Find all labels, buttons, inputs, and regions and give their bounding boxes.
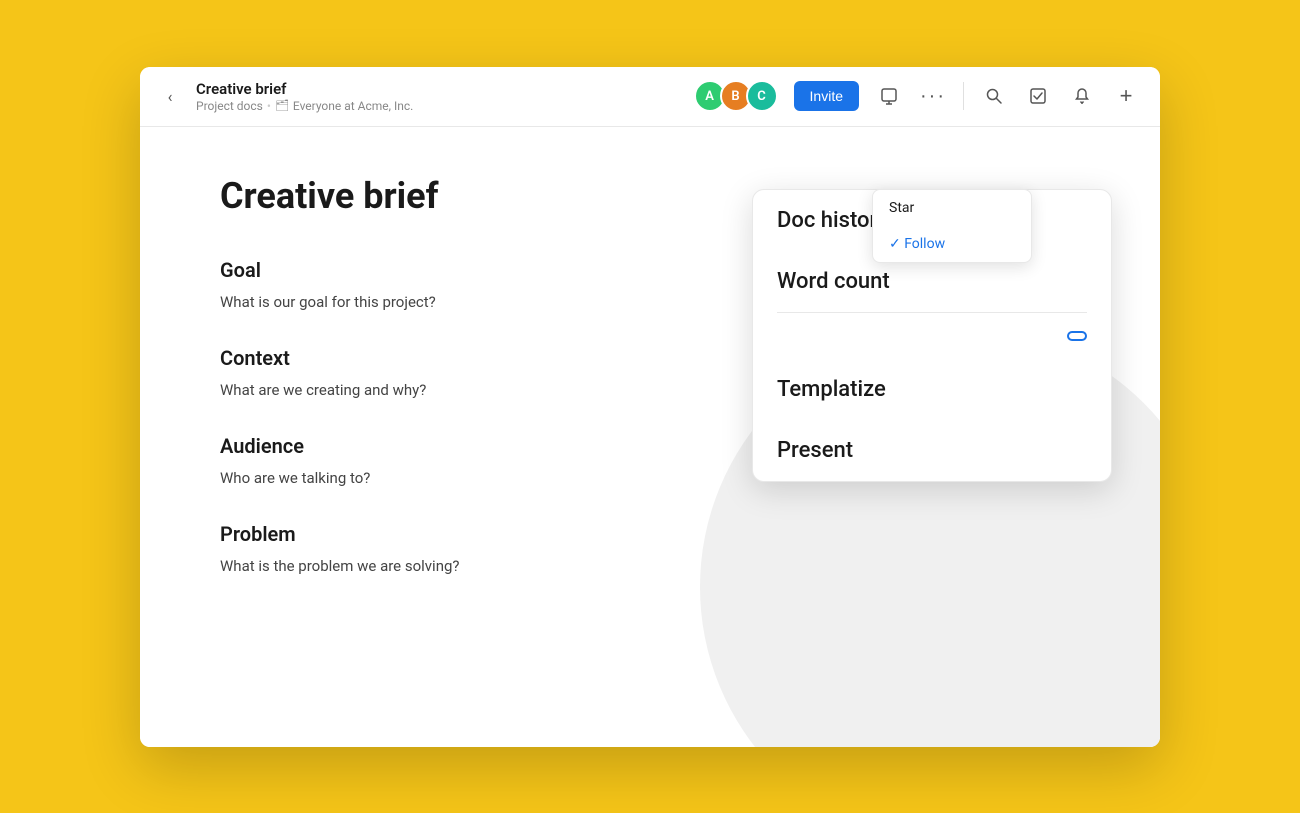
doc-title: Creative brief [196, 80, 694, 98]
plus-icon: + [1120, 83, 1133, 109]
browser-window: ‹ Creative brief Project docs • 🗂 Everyo… [140, 67, 1160, 747]
breadcrumb-dot: • [267, 99, 271, 113]
section-problem: Problem What is the problem we are solvi… [220, 522, 1080, 578]
present-icon [880, 87, 898, 105]
task-icon [1029, 87, 1047, 105]
header-divider [963, 82, 964, 110]
avatar-3[interactable]: C [746, 80, 778, 112]
more-button[interactable]: ··· [915, 78, 951, 114]
section-problem-body: What is the problem we are solving? [220, 554, 1080, 578]
dropdown-star-item[interactable]: Star [873, 190, 1031, 226]
dropdown-follow-item[interactable]: ✓ Follow [873, 226, 1031, 262]
folder-icon: 🗂 [275, 99, 289, 112]
section-problem-heading: Problem [220, 522, 1080, 546]
search-button[interactable] [976, 78, 1012, 114]
present-button[interactable] [871, 78, 907, 114]
bell-button[interactable] [1064, 78, 1100, 114]
breadcrumb: Project docs • 🗂 Everyone at Acme, Inc. [196, 99, 694, 113]
dropdown-present-label: Templatize [777, 377, 886, 402]
invite-button[interactable]: Invite [794, 81, 859, 111]
plus-button[interactable]: + [1108, 78, 1144, 114]
header-actions: A B C Invite ··· [694, 78, 1144, 114]
search-icon [985, 87, 1003, 105]
dropdown-download-item[interactable]: Present [753, 420, 1111, 481]
back-button[interactable]: ‹ [156, 82, 184, 110]
dropdown-word-count-label: Word count [777, 269, 890, 294]
breadcrumb-part2: Everyone at Acme, Inc. [293, 99, 413, 113]
dropdown-download-label: Present [777, 438, 853, 463]
task-button[interactable] [1020, 78, 1056, 114]
dropdown-present-item[interactable]: Templatize [753, 359, 1111, 420]
avatar-group: A B C [694, 80, 778, 112]
small-dropdown: Star ✓ Follow [872, 189, 1032, 263]
dropdown-templatize-item[interactable] [753, 313, 1111, 359]
content-area: Creative brief Goal What is our goal for… [140, 127, 1160, 747]
new-badge [1067, 331, 1087, 341]
bell-icon [1073, 87, 1091, 105]
breadcrumb-part1: Project docs [196, 99, 263, 113]
more-icon: ··· [920, 85, 946, 108]
header: ‹ Creative brief Project docs • 🗂 Everyo… [140, 67, 1160, 127]
doc-info: Creative brief Project docs • 🗂 Everyone… [196, 80, 694, 113]
